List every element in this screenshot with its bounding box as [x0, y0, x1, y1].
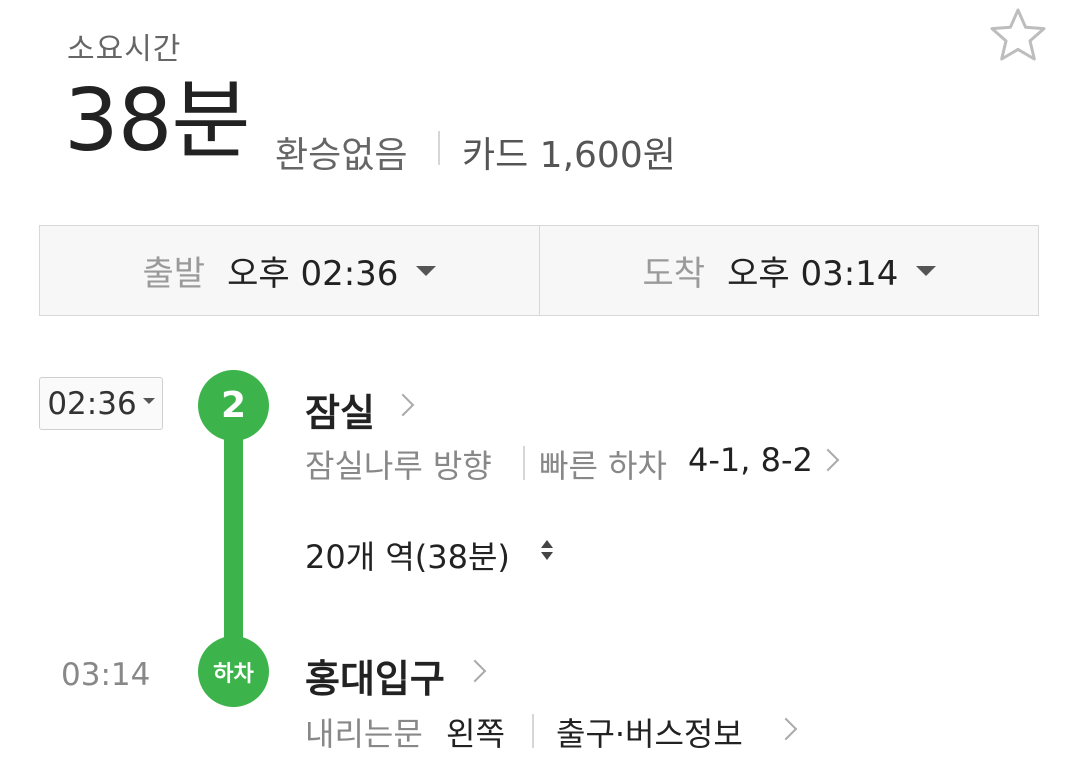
arrival-time: 03:14 — [61, 657, 151, 693]
chevron-right-icon[interactable] — [816, 448, 840, 472]
stations-count[interactable]: 20개 역(38분) — [305, 532, 510, 578]
fast-alight-value[interactable]: 4-1, 8-2 — [688, 441, 813, 479]
divider — [532, 714, 534, 748]
departure-station[interactable]: 잠실 — [305, 382, 375, 437]
duration-value: 38분 — [64, 71, 251, 171]
departure-value: 오후 02:36 — [227, 254, 399, 294]
chevron-right-icon[interactable] — [463, 659, 487, 683]
expand-updown-icon[interactable] — [540, 538, 554, 562]
arrival-time-selector[interactable]: 도착 오후 03:14 — [540, 226, 1039, 315]
duration-label: 소요시간 — [67, 32, 182, 67]
favorite-star-icon[interactable] — [988, 6, 1048, 66]
arrival-label: 도착 — [642, 254, 706, 294]
alight-badge: 하차 — [198, 636, 269, 707]
arrival-station[interactable]: 홍대입구 — [305, 648, 445, 703]
exit-bus-info[interactable]: 출구·버스정보 — [556, 709, 743, 755]
line-number-badge: 2 — [198, 370, 269, 441]
caret-down-icon — [916, 265, 937, 276]
departure-time-dropdown[interactable]: 02:36 — [39, 377, 163, 430]
fare-info: 카드 1,600원 — [462, 135, 676, 176]
departure-time: 02:36 — [47, 385, 137, 422]
caret-down-icon — [416, 265, 437, 276]
door-label: 내리는문 — [305, 715, 423, 753]
caret-down-icon — [142, 397, 155, 404]
departure-label: 출발 — [142, 254, 206, 294]
divider — [523, 446, 525, 480]
line-number: 2 — [220, 385, 247, 426]
door-value: 왼쪽 — [446, 715, 505, 753]
chevron-right-icon[interactable] — [391, 393, 415, 417]
alight-badge-label: 하차 — [213, 661, 254, 687]
direction-text: 잠실나루 방향 — [305, 447, 492, 485]
divider — [438, 131, 440, 165]
chevron-right-icon[interactable] — [774, 717, 798, 741]
transfer-info: 환승없음 — [275, 135, 408, 176]
departure-time-selector[interactable]: 출발 오후 02:36 — [40, 226, 539, 315]
arrival-value: 오후 03:14 — [727, 254, 899, 294]
fast-alight-label[interactable]: 빠른 하차 — [539, 441, 667, 487]
time-selector: 출발 오후 02:36 도착 오후 03:14 — [39, 225, 1039, 316]
